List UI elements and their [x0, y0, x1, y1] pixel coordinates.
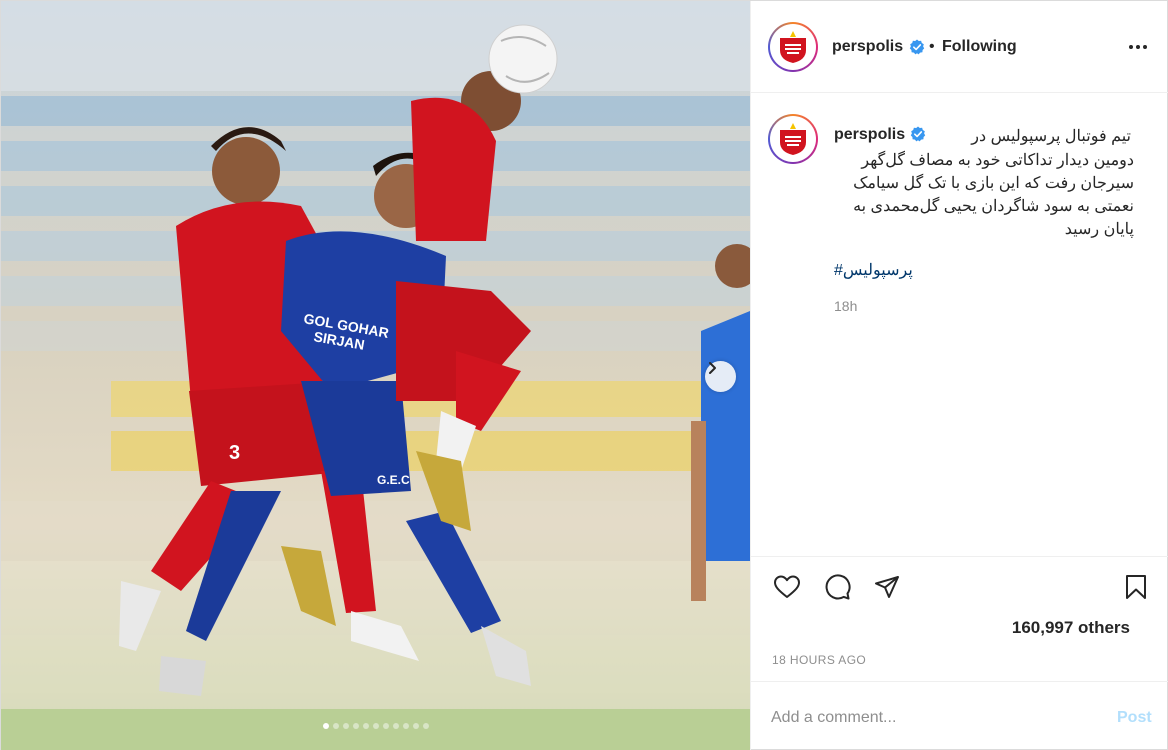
carousel-dot	[422, 723, 429, 729]
more-options-icon[interactable]	[1125, 37, 1151, 57]
carousel-dot	[382, 723, 389, 729]
share-icon	[875, 576, 899, 598]
post-side-panel: perspolis • Following perspolis تیم فوتب…	[750, 1, 1168, 750]
share-button[interactable]	[871, 571, 903, 603]
avatar[interactable]	[768, 114, 818, 164]
avatar[interactable]	[768, 22, 818, 72]
svg-text:G.E.C: G.E.C	[377, 473, 410, 487]
username[interactable]: perspolis	[832, 38, 903, 56]
post-photo[interactable]: 3 GOL GOHAR SIRJAN G.E.C	[1, 1, 750, 750]
persepolis-logo	[772, 118, 814, 160]
carousel-next-button[interactable]	[705, 361, 736, 392]
heart-icon	[774, 575, 800, 598]
carousel-dot	[412, 723, 419, 729]
verified-badge-icon	[909, 39, 925, 60]
caption-username[interactable]: perspolis	[834, 126, 905, 144]
like-button[interactable]	[771, 571, 803, 603]
caption-text-first-line: تیم فوتبال پرسپولیس در	[971, 128, 1131, 145]
caption-text: دومین دیدار تداکاتی خود به مصاف گل‌گهر س…	[853, 152, 1134, 238]
following-button[interactable]: Following	[942, 38, 1017, 56]
separator-dot: •	[929, 38, 935, 55]
likes-count[interactable]: 160,997 others	[1012, 618, 1130, 638]
post-timestamp[interactable]: 18 HOURS AGO	[772, 653, 866, 667]
carousel-dot	[362, 723, 369, 729]
comments-section: perspolis تیم فوتبال پرسپولیس در دومین د…	[751, 94, 1168, 556]
verified-badge-icon	[910, 126, 926, 147]
comment-icon	[825, 574, 851, 600]
post-comment-button[interactable]: Post	[1117, 709, 1152, 727]
comment-input[interactable]	[771, 702, 1091, 734]
carousel-dot	[392, 723, 399, 729]
chevron-right-icon	[709, 362, 716, 374]
comment-button[interactable]	[821, 571, 853, 603]
match-photo-illustration: 3 GOL GOHAR SIRJAN G.E.C	[1, 1, 750, 750]
carousel-indicator	[1, 723, 750, 729]
caption-time: 18h	[834, 298, 858, 314]
football	[488, 24, 558, 94]
svg-text:3: 3	[229, 442, 240, 464]
carousel-dot	[332, 723, 339, 729]
instagram-post: 3 GOL GOHAR SIRJAN G.E.C perspolis • Fol…	[0, 0, 1168, 750]
bookmark-icon	[1126, 575, 1146, 599]
carousel-dot	[402, 723, 409, 729]
hashtag-link[interactable]: #پرسپولیس	[834, 260, 913, 280]
add-comment-bar: Post	[751, 681, 1168, 750]
carousel-dot	[342, 723, 349, 729]
pitch	[1, 709, 750, 750]
post-actions: 160,997 others 18 HOURS AGO	[751, 556, 1168, 681]
post-header: perspolis • Following	[751, 1, 1168, 93]
save-button[interactable]	[1120, 571, 1152, 603]
carousel-dot	[372, 723, 379, 729]
carousel-dot	[352, 723, 359, 729]
carousel-dot	[322, 723, 329, 729]
persepolis-logo	[772, 26, 814, 68]
